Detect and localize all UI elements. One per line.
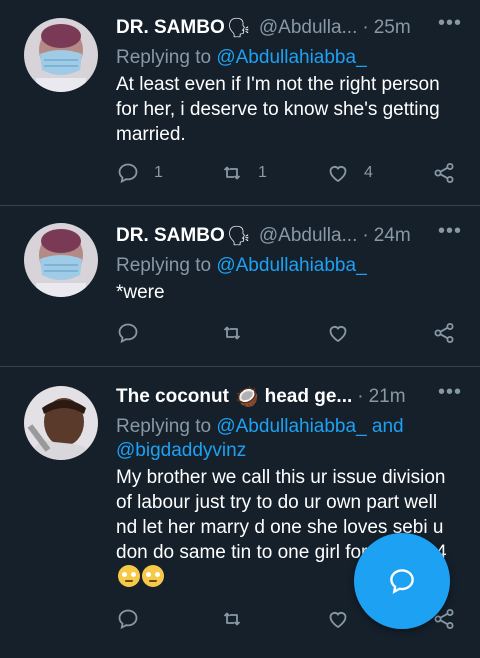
author-handle[interactable]: @Abdulla... bbox=[259, 225, 358, 247]
retweet-icon bbox=[223, 612, 241, 626]
like-icon bbox=[329, 326, 347, 343]
replying-to: Replying to @Abdullahiabba_ and @bigdadd… bbox=[116, 415, 462, 463]
like-button[interactable] bbox=[326, 321, 364, 345]
reply-icon bbox=[118, 609, 138, 630]
author-name[interactable]: DR. SAMBO bbox=[116, 225, 225, 247]
tweet-text: At least even if I'm not the right perso… bbox=[116, 74, 440, 145]
like-icon bbox=[329, 612, 347, 629]
replying-to: Replying to @Abdullahiabba_ bbox=[116, 46, 462, 70]
compose-reply-button[interactable] bbox=[354, 533, 450, 629]
retweet-count: 1 bbox=[258, 164, 267, 181]
replying-prefix: Replying to bbox=[116, 255, 217, 276]
replying-prefix: Replying to bbox=[116, 47, 217, 68]
retweet-button[interactable]: 1 bbox=[220, 161, 267, 185]
retweet-icon bbox=[223, 166, 241, 180]
face-with-rolling-eyes-icon bbox=[142, 565, 164, 587]
reply-count: 1 bbox=[154, 164, 163, 181]
name-emoji: 🗣 bbox=[226, 226, 251, 247]
avatar[interactable] bbox=[24, 18, 98, 92]
share-icon bbox=[434, 323, 454, 343]
retweet-button[interactable] bbox=[220, 607, 258, 631]
replying-to-link[interactable]: @Abdullahiabba_ bbox=[216, 255, 366, 276]
name-emoji: 🥥 bbox=[234, 387, 259, 408]
compose-icon bbox=[390, 569, 414, 594]
share-button[interactable] bbox=[432, 161, 456, 185]
avatar[interactable] bbox=[24, 223, 98, 297]
timestamp[interactable]: 21m bbox=[369, 386, 406, 408]
author-name-suffix[interactable]: head ge... bbox=[265, 386, 353, 408]
replying-prefix: Replying to bbox=[116, 416, 217, 437]
retweet-button[interactable] bbox=[220, 321, 258, 345]
divider bbox=[0, 366, 480, 367]
reply-icon bbox=[118, 163, 138, 184]
like-button[interactable] bbox=[326, 607, 364, 631]
separator-dot: · bbox=[362, 17, 369, 38]
name-emoji: 🗣 bbox=[226, 18, 251, 39]
share-icon bbox=[434, 163, 454, 183]
separator-dot: · bbox=[357, 386, 364, 407]
timestamp[interactable]: 25m bbox=[374, 17, 411, 39]
like-count: 4 bbox=[364, 164, 373, 181]
author-name[interactable]: DR. SAMBO bbox=[116, 17, 225, 39]
like-button[interactable]: 4 bbox=[326, 161, 373, 185]
author-name[interactable]: The coconut bbox=[116, 386, 229, 408]
divider bbox=[0, 205, 480, 206]
more-icon[interactable]: ••• bbox=[438, 12, 462, 35]
reply-button[interactable]: 1 bbox=[116, 161, 163, 185]
author-handle[interactable]: @Abdulla... bbox=[259, 17, 358, 39]
reply-button[interactable] bbox=[116, 321, 154, 345]
share-button[interactable] bbox=[432, 321, 456, 345]
like-icon bbox=[329, 166, 347, 183]
timestamp[interactable]: 24m bbox=[374, 225, 411, 247]
replying-to: Replying to @Abdullahiabba_ bbox=[116, 254, 462, 278]
avatar[interactable] bbox=[24, 386, 98, 460]
tweet-text: *were bbox=[116, 282, 165, 303]
face-with-rolling-eyes-icon bbox=[118, 565, 140, 587]
retweet-icon bbox=[223, 326, 241, 340]
replying-to-link[interactable]: @Abdullahiabba_ bbox=[216, 47, 366, 68]
more-icon[interactable]: ••• bbox=[438, 381, 462, 404]
reply-button[interactable] bbox=[116, 607, 154, 631]
reply-icon bbox=[118, 323, 138, 344]
more-icon[interactable]: ••• bbox=[438, 220, 462, 243]
separator-dot: · bbox=[362, 225, 369, 246]
